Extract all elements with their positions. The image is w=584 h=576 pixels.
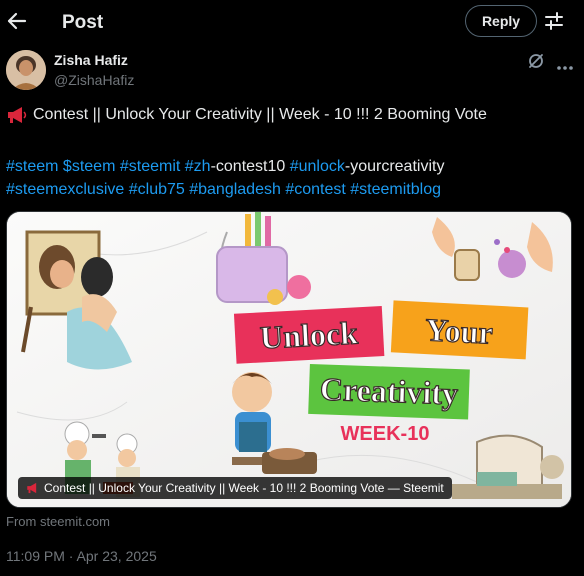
banner-week: WEEK-10: [341, 423, 430, 445]
author-handle[interactable]: @ZishaHafiz: [54, 72, 134, 88]
banner-your: Your: [424, 311, 493, 350]
link-source[interactable]: From steemit.com: [6, 514, 110, 529]
avatar[interactable]: [6, 50, 46, 90]
text-fragment: -yourcreativity: [344, 158, 445, 175]
page-title: Post: [62, 12, 104, 33]
hashtag-link[interactable]: #club75: [129, 181, 185, 198]
reply-button[interactable]: Reply: [465, 5, 537, 37]
megaphone-icon: [6, 106, 28, 124]
author-name[interactable]: Zisha Hafiz: [54, 52, 128, 68]
back-arrow-icon[interactable]: [6, 8, 28, 34]
hashtags-line-1: #steem $steem #steemit #zh-contest10 #un…: [6, 155, 566, 178]
hashtag-link[interactable]: $steem: [63, 158, 115, 175]
hashtags-line-2: #steemexclusive #club75 #bangladesh #con…: [6, 178, 566, 201]
banner-unlock: Unlock: [259, 314, 359, 355]
hashtag-link[interactable]: #zh: [185, 158, 211, 175]
hashtag-link[interactable]: #steem: [6, 158, 58, 175]
post-text: Contest || Unlock Your Creativity || Wee…: [6, 106, 487, 124]
link-card-caption[interactable]: Contest || Unlock Your Creativity || Wee…: [18, 477, 452, 499]
link-card-image[interactable]: Unlock Your Creativity WEEK-10: [6, 211, 572, 508]
hashtag-link[interactable]: #bangladesh: [189, 181, 281, 198]
caption-text: Contest || Unlock Your Creativity || Wee…: [44, 481, 444, 495]
hashtag-link[interactable]: #steemexclusive: [6, 181, 124, 198]
banner-creativity: Creativity: [319, 371, 458, 412]
sliders-icon[interactable]: [544, 10, 564, 32]
more-options-icon[interactable]: [556, 58, 574, 70]
post-timestamp[interactable]: 11:09 PM · Apr 23, 2025: [6, 548, 157, 564]
post-title: Contest || Unlock Your Creativity || Wee…: [33, 106, 487, 123]
contest-banner-image: Unlock Your Creativity WEEK-10: [7, 212, 571, 507]
hashtag-link[interactable]: #steemitblog: [350, 181, 441, 198]
hashtags: #steem $steem #steemit #zh-contest10 #un…: [6, 155, 566, 201]
text-fragment: -contest10: [210, 158, 290, 175]
megaphone-icon: [26, 482, 40, 494]
grok-icon[interactable]: [527, 52, 545, 70]
hashtag-link[interactable]: #contest: [285, 181, 345, 198]
hashtag-link[interactable]: #steemit: [120, 158, 180, 175]
hashtag-link[interactable]: #unlock: [290, 158, 345, 175]
post-header: Post Reply: [0, 0, 584, 44]
